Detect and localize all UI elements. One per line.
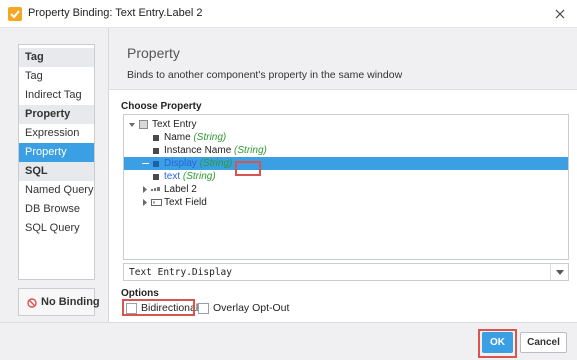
no-symbol-icon bbox=[27, 298, 37, 308]
binding-header: Property Binds to another component's pr… bbox=[109, 28, 577, 90]
no-binding-button[interactable]: No Binding bbox=[18, 288, 100, 316]
bidirectional-checkbox[interactable]: Bidirectional bbox=[126, 302, 198, 316]
window-title: Property Binding: Text Entry.Label 2 bbox=[28, 7, 203, 19]
sidebar-category-tag: Tag bbox=[19, 48, 94, 67]
property-path-dropdown[interactable] bbox=[550, 264, 568, 280]
close-icon bbox=[555, 9, 565, 19]
dialog-footer: OK Cancel bbox=[0, 322, 577, 360]
overlay-opt-out-checkbox-box[interactable] bbox=[198, 303, 209, 314]
property-icon bbox=[153, 174, 159, 180]
tree-node-type: (String) bbox=[193, 132, 227, 143]
property-path-value: Text Entry.Display bbox=[129, 267, 232, 278]
tree-node-label: Label 2 bbox=[164, 184, 197, 195]
property-path-field[interactable]: Text Entry.Display bbox=[123, 263, 569, 281]
binding-type-sidebar: Tag Tag Indirect Tag Property Expression… bbox=[18, 44, 95, 280]
tree-node-text-entry[interactable]: Text Entry bbox=[124, 118, 568, 131]
tree-node-text: Instance Name (String) bbox=[164, 144, 267, 157]
tree-node-label: Text Field bbox=[164, 197, 207, 208]
tree-node-display[interactable]: Display (String) bbox=[124, 157, 568, 170]
chevron-down-icon bbox=[556, 270, 564, 275]
sidebar-item-named-query[interactable]: Named Query bbox=[19, 181, 94, 200]
tree-node-type: (String) bbox=[199, 158, 233, 169]
label-icon bbox=[151, 187, 160, 191]
binding-description: Binds to another component's property in… bbox=[127, 69, 403, 81]
checkmark-icon bbox=[8, 7, 22, 21]
sidebar-item-expression[interactable]: Expression bbox=[19, 124, 94, 143]
no-binding-label: No Binding bbox=[41, 296, 100, 308]
ok-button[interactable]: OK bbox=[482, 332, 513, 353]
close-button[interactable] bbox=[549, 3, 571, 25]
sidebar-item-sql-query[interactable]: SQL Query bbox=[19, 219, 94, 238]
tree-node-name[interactable]: Name (String) bbox=[124, 131, 568, 144]
cancel-button[interactable]: Cancel bbox=[520, 332, 567, 353]
options-label: Options bbox=[121, 288, 159, 299]
dialog-body: Tag Tag Indirect Tag Property Expression… bbox=[0, 28, 577, 322]
tree-node-text-field[interactable]: Text Field bbox=[124, 196, 568, 209]
tree-node-type: (String) bbox=[234, 145, 267, 156]
bidirectional-checkbox-box[interactable] bbox=[126, 303, 137, 314]
property-icon bbox=[153, 135, 159, 141]
sidebar-item-tag[interactable]: Tag bbox=[19, 67, 94, 86]
sidebar-item-indirect-tag[interactable]: Indirect Tag bbox=[19, 86, 94, 105]
tree-node-label: Instance Name bbox=[164, 145, 232, 156]
chevron-right-icon[interactable] bbox=[141, 183, 149, 196]
sidebar-item-property[interactable]: Property bbox=[19, 143, 94, 162]
sidebar-category-sql: SQL bbox=[19, 162, 94, 181]
tree-node-type: (String) bbox=[182, 171, 216, 182]
bidirectional-label: Bidirectional bbox=[141, 302, 199, 314]
tree-node-text: Name (String) bbox=[164, 131, 226, 144]
page-title: Property bbox=[127, 45, 180, 61]
binding-config-panel: Property Binds to another component's pr… bbox=[108, 28, 577, 322]
tree-node-label-2[interactable]: Label 2 bbox=[124, 183, 568, 196]
tree-node-text[interactable]: text (String) bbox=[124, 170, 568, 183]
tree-node-text: Display (String) bbox=[164, 157, 232, 170]
chevron-right-icon[interactable] bbox=[141, 196, 149, 209]
overlay-opt-out-label: Overlay Opt-Out bbox=[213, 302, 290, 314]
property-tree[interactable]: Text Entry Name (String) Instance Name (… bbox=[123, 114, 569, 260]
tree-node-label: Text Entry bbox=[152, 119, 197, 130]
property-icon bbox=[153, 161, 159, 167]
sidebar-category-property: Property bbox=[19, 105, 94, 124]
choose-property-label: Choose Property bbox=[121, 101, 202, 112]
chevron-down-icon[interactable] bbox=[128, 118, 136, 131]
component-icon bbox=[139, 120, 148, 129]
title-bar: Property Binding: Text Entry.Label 2 bbox=[0, 0, 577, 28]
textfield-icon bbox=[151, 199, 162, 206]
tree-node-label: Display bbox=[164, 158, 197, 169]
tree-node-label: text bbox=[164, 171, 181, 182]
tree-node-label: Name bbox=[164, 132, 191, 143]
tree-connector bbox=[142, 163, 149, 164]
sidebar-item-db-browse[interactable]: DB Browse bbox=[19, 200, 94, 219]
overlay-opt-out-checkbox[interactable]: Overlay Opt-Out bbox=[198, 302, 290, 316]
property-icon bbox=[153, 148, 159, 154]
tree-node-instance-name[interactable]: Instance Name (String) bbox=[124, 144, 568, 157]
tree-node-text-wrap: text (String) bbox=[164, 170, 216, 183]
